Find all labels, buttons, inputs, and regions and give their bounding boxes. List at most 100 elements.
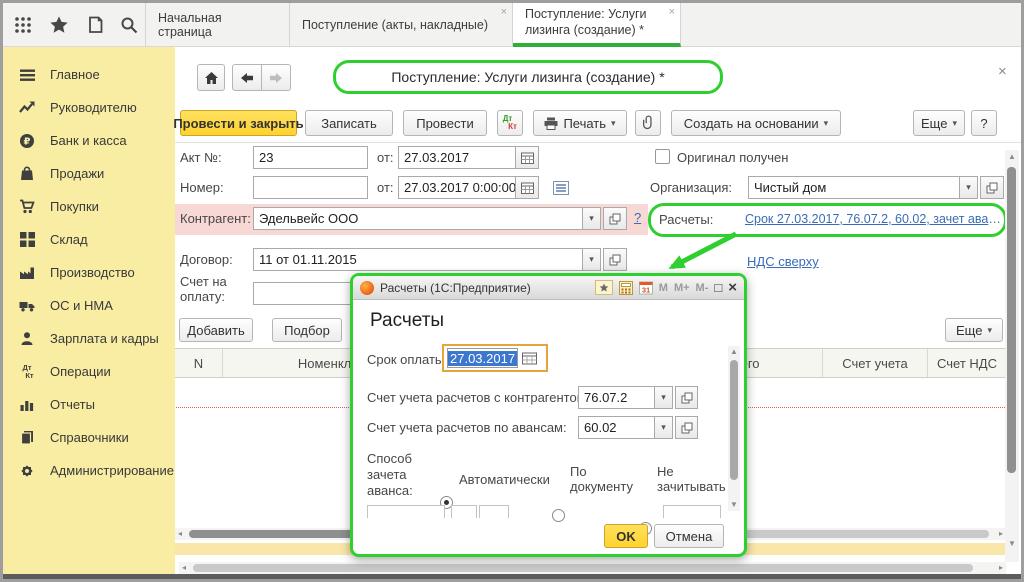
form-vscrollbar[interactable]: ▲ ▼ [1005, 150, 1019, 562]
radio-by-document[interactable] [552, 509, 565, 522]
counterparty-help-link[interactable]: ? [634, 210, 641, 225]
column-header-vat-account[interactable]: Счет НДС [928, 349, 1006, 377]
acc-advance-field[interactable]: 60.02 [578, 416, 655, 439]
counterparty-dropdown-button[interactable]: ▾ [582, 207, 601, 230]
cancel-button[interactable]: Отмена [654, 524, 724, 548]
contract-field[interactable]: 11 от 01.11.2015 [253, 248, 583, 271]
dialog-close-button[interactable]: × [728, 280, 737, 295]
post-button[interactable]: Провести [403, 110, 487, 136]
vscroll-thumb[interactable] [730, 360, 738, 480]
number-field[interactable] [253, 176, 368, 199]
settlements-link[interactable]: Срок 27.03.2017, 76.07.2, 60.02, зачет а… [745, 212, 1001, 226]
tab-receipt-leasing[interactable]: Поступление: Услуги лизинга (создание) *… [513, 3, 681, 47]
act-no-field[interactable]: 23 [253, 146, 368, 169]
back-button[interactable] [232, 64, 262, 91]
dialog-vscrollbar[interactable]: ▲ ▼ [728, 346, 740, 511]
column-header-account[interactable]: Счет учета [823, 349, 928, 377]
original-received-checkbox[interactable] [655, 149, 670, 164]
create-based-on-button[interactable]: Создать на основании ▾ [671, 110, 841, 136]
sidebar-item-production[interactable]: Производство [3, 256, 175, 289]
acc-counterparty-field[interactable]: 76.07.2 [578, 386, 655, 409]
acc-counterparty-dropdown-button[interactable]: ▾ [654, 386, 673, 409]
scroll-up-icon[interactable]: ▲ [1008, 153, 1016, 161]
tab-home[interactable]: Начальная страница [145, 3, 290, 47]
scroll-left-icon[interactable]: ◂ [178, 530, 182, 538]
sidebar-item-purchases[interactable]: Покупки [3, 190, 175, 223]
items-more-button[interactable]: Еще ▾ [945, 318, 1003, 342]
post-and-close-button[interactable]: Провести и закрыть [180, 110, 297, 136]
sidebar-item-directories[interactable]: Справочники [3, 421, 175, 454]
home-button[interactable] [197, 64, 225, 91]
write-button[interactable]: Записать [305, 110, 393, 136]
organization-dropdown-button[interactable]: ▾ [959, 176, 978, 199]
organization-open-button[interactable] [980, 176, 1004, 199]
act-date-field[interactable]: 27.03.2017 [398, 146, 516, 169]
pick-items-button[interactable]: Подбор [272, 318, 342, 342]
tab-close-icon[interactable]: × [669, 7, 675, 18]
clipped-field[interactable] [451, 505, 477, 518]
dialog-memory-plus-button[interactable]: M+ [674, 282, 690, 294]
help-button[interactable]: ? [971, 110, 997, 136]
dialog-memory-minus-button[interactable]: M- [696, 282, 709, 294]
bottom-hscrollbar[interactable]: ◂ ▸ [179, 562, 1006, 574]
acc-advance-dropdown-button[interactable]: ▾ [654, 416, 673, 439]
contract-open-button[interactable] [603, 248, 627, 271]
calendar-icon[interactable] [522, 352, 537, 365]
number-date-field[interactable]: 27.03.2017 0:00:00 [398, 176, 516, 199]
history-icon[interactable] [86, 16, 104, 34]
sidebar-item-fixed-assets[interactable]: ОС и НМА [3, 289, 175, 322]
tab-receipts-list[interactable]: Поступление (акты, накладные) × [290, 3, 513, 47]
sidebar-item-warehouse[interactable]: Склад [3, 223, 175, 256]
radio-by-document-label[interactable]: По документу [570, 464, 642, 494]
dialog-memory-button[interactable]: M [659, 282, 668, 294]
scroll-right-icon[interactable]: ▸ [999, 564, 1003, 572]
due-date-field[interactable]: 27.03.2017 [447, 348, 518, 368]
clipped-field[interactable] [479, 505, 509, 518]
hscroll-thumb[interactable] [193, 564, 973, 572]
sidebar-item-bank[interactable]: ₽ Банк и касса [3, 124, 175, 157]
clipped-field[interactable] [367, 505, 445, 518]
sidebar-item-main[interactable]: Главное [3, 58, 175, 91]
ok-button[interactable]: OK [604, 524, 648, 548]
attach-button[interactable] [635, 110, 661, 136]
sidebar-item-sales[interactable]: Продажи [3, 157, 175, 190]
dialog-calculator-button[interactable] [619, 281, 633, 295]
acc-advance-open-button[interactable] [675, 416, 698, 439]
forward-button[interactable] [261, 64, 291, 91]
dialog-favorite-button[interactable] [595, 280, 613, 295]
column-header-n[interactable]: N [175, 349, 223, 377]
document-list-button[interactable] [549, 177, 573, 199]
sidebar-item-reports[interactable]: Отчеты [3, 388, 175, 421]
vat-link[interactable]: НДС сверху [747, 254, 819, 269]
counterparty-open-button[interactable] [603, 207, 627, 230]
form-close-icon[interactable]: × [998, 63, 1007, 80]
print-button[interactable]: Печать ▾ [533, 110, 627, 136]
contract-dropdown-button[interactable]: ▾ [582, 248, 601, 271]
sidebar-item-administration[interactable]: Администрирование [3, 454, 175, 487]
sidebar-item-manager[interactable]: Руководителю [3, 91, 175, 124]
clipped-field[interactable] [663, 505, 721, 518]
debit-credit-button[interactable]: Дт Кт [497, 110, 523, 136]
apps-menu-icon[interactable] [14, 16, 32, 34]
dialog-maximize-button[interactable]: □ [714, 281, 722, 294]
tab-close-icon[interactable]: × [501, 7, 507, 18]
number-date-calendar-button[interactable] [515, 176, 539, 199]
act-date-calendar-button[interactable] [515, 146, 539, 169]
favorites-star-icon[interactable] [49, 15, 69, 35]
vscroll-thumb[interactable] [1007, 167, 1016, 473]
scroll-left-icon[interactable]: ◂ [182, 564, 186, 572]
dialog-calendar-button[interactable]: 31 [639, 281, 653, 295]
scroll-right-icon[interactable]: ▸ [999, 530, 1003, 538]
sidebar-item-salary[interactable]: Зарплата и кадры [3, 322, 175, 355]
add-row-button[interactable]: Добавить [179, 318, 253, 342]
acc-counterparty-open-button[interactable] [675, 386, 698, 409]
sidebar-item-operations[interactable]: ДтКт Операции [3, 355, 175, 388]
scroll-up-icon[interactable]: ▲ [730, 348, 738, 356]
more-button[interactable]: Еще ▾ [913, 110, 965, 136]
scroll-down-icon[interactable]: ▼ [1008, 540, 1016, 548]
scroll-down-icon[interactable]: ▼ [730, 501, 738, 509]
search-icon[interactable] [120, 16, 138, 34]
radio-automatic-label[interactable]: Автоматически [459, 472, 550, 487]
organization-field[interactable]: Чистый дом [748, 176, 960, 199]
radio-do-not-offset-label[interactable]: Не зачитывать [657, 464, 737, 494]
